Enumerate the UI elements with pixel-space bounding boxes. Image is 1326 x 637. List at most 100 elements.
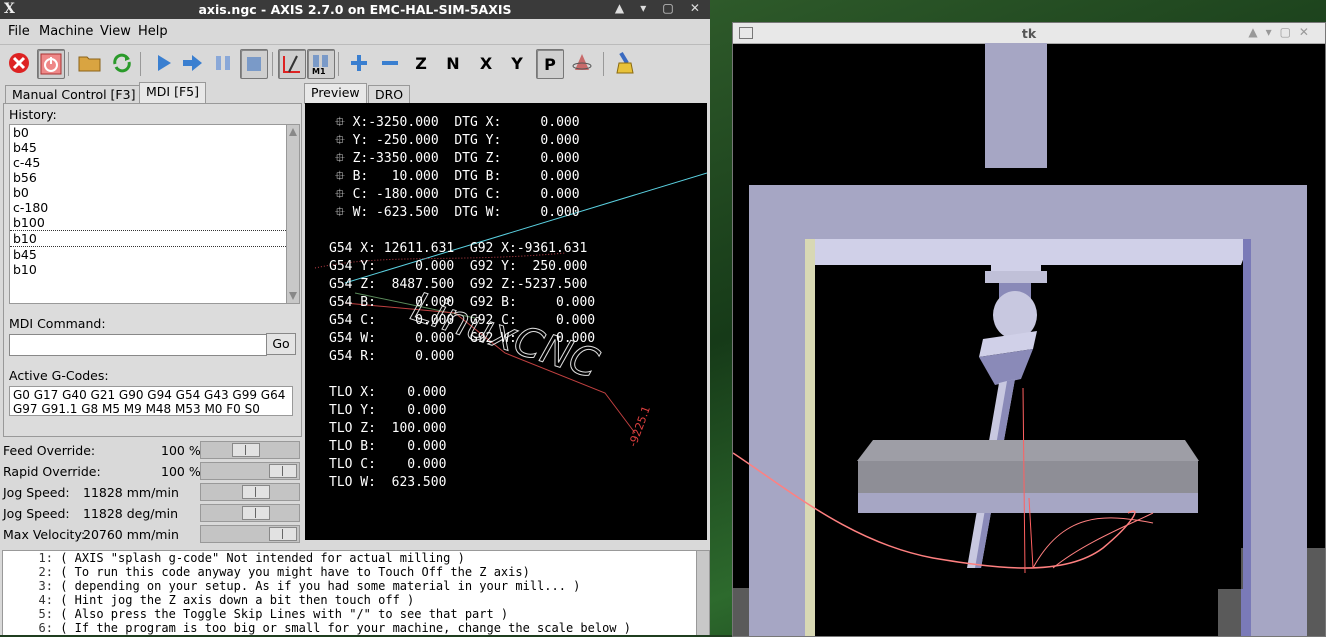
offset-line: G54 Z: 8487.500 G92 Z:-5237.500 — [329, 277, 588, 292]
menu-machine[interactable]: Machine — [39, 24, 93, 39]
view-z-icon[interactable]: Z — [408, 49, 434, 77]
zoom-in-icon[interactable] — [346, 49, 372, 77]
view-x-icon[interactable]: X — [473, 49, 499, 77]
tlo-line: TLO W: 623.500 — [329, 475, 447, 490]
gcode-line[interactable]: 1: ( AXIS "splash g-code" Not intended f… — [3, 551, 709, 565]
tlo-line: TLO B: 0.000 — [329, 439, 447, 454]
menu-help[interactable]: Help — [138, 24, 168, 39]
homed-icon: ⯐ — [335, 169, 353, 184]
preview-canvas[interactable]: LinuxCNC -9225.1 ⯐ X:-3250.000 DTG X: 0.… — [305, 103, 707, 540]
axis-titlebar[interactable]: X axis.ngc - AXIS 2.7.0 on EMC-HAL-SIM-5… — [0, 0, 710, 19]
override-row: Rapid Override: 100 % — [3, 462, 300, 480]
tk-titlebar[interactable]: tk ▲▾▢✕ — [733, 23, 1325, 44]
offset-line: G54 R: 0.000 — [329, 349, 455, 364]
history-item[interactable]: b56 — [10, 170, 286, 185]
override-value: 11828 deg/min — [83, 506, 179, 521]
line-text: ( To run this code anyway you might have… — [60, 565, 530, 579]
machine-3d-view[interactable] — [733, 43, 1325, 636]
slider-handle[interactable] — [269, 527, 297, 541]
power-icon[interactable] — [37, 49, 65, 79]
column-top — [985, 43, 1047, 168]
line-number: 4: — [38, 593, 53, 607]
slider-handle[interactable] — [242, 485, 270, 499]
line-text: ( depending on your setup. As if you had… — [60, 579, 581, 593]
line-number: 2: — [38, 565, 53, 579]
history-item[interactable]: c-45 — [10, 155, 286, 170]
active-gcodes-text: G0 G17 G40 G21 G90 G94 G54 G43 G99 G64 G… — [9, 386, 293, 416]
mdi-command-input[interactable] — [9, 334, 267, 356]
gcode-line[interactable]: 5: ( Also press the Toggle Skip Lines wi… — [3, 607, 709, 621]
tk-window: tk ▲▾▢✕ — [732, 22, 1326, 637]
tab-mdi[interactable]: MDI [F5] — [139, 82, 206, 103]
estop-icon[interactable] — [6, 49, 32, 77]
history-item[interactable]: b0 — [10, 125, 286, 140]
pause-icon[interactable] — [210, 49, 236, 77]
skip-lines-icon[interactable] — [278, 49, 306, 79]
override-slider[interactable] — [200, 483, 300, 501]
slider-handle[interactable] — [232, 443, 260, 457]
line-number: 6: — [38, 621, 53, 635]
history-item[interactable]: b10 — [10, 230, 286, 247]
tlo-line: TLO Y: 0.000 — [329, 403, 447, 418]
window-controls[interactable]: ▲ ▾ ▢ ✕ — [615, 1, 706, 15]
window-title: axis.ngc - AXIS 2.7.0 on EMC-HAL-SIM-5AX… — [198, 2, 512, 17]
menu-view[interactable]: View — [100, 24, 131, 39]
override-slider[interactable] — [200, 504, 300, 522]
homed-icon: ⯐ — [335, 115, 353, 130]
history-item[interactable]: b10 — [10, 262, 286, 277]
view-p-icon[interactable]: P — [536, 49, 564, 79]
optional-stop-icon[interactable]: M1 — [307, 49, 335, 79]
homed-icon: ⯐ — [335, 187, 353, 202]
tab-manual-control[interactable]: Manual Control [F3] — [5, 85, 143, 104]
override-slider[interactable] — [200, 441, 300, 459]
gcode-listing[interactable]: 1: ( AXIS "splash g-code" Not intended f… — [2, 550, 710, 635]
gcode-line[interactable]: 4: ( Hint jog the Z axis down a bit then… — [3, 593, 709, 607]
tlo-line: TLO X: 0.000 — [329, 385, 447, 400]
history-item[interactable]: b100 — [10, 215, 286, 230]
gcode-line[interactable]: 6: ( If the program is too big or small … — [3, 621, 709, 635]
go-button[interactable]: Go — [266, 333, 296, 355]
override-row: Jog Speed: 11828 mm/min — [3, 483, 300, 501]
history-item[interactable]: b45 — [10, 247, 286, 262]
tab-preview[interactable]: Preview — [304, 83, 367, 104]
view-y-icon[interactable]: Y — [504, 49, 530, 77]
view-z2-icon[interactable]: N — [440, 49, 466, 77]
dro-line: ⯐ Y: -250.000 DTG Y: 0.000 — [335, 133, 580, 148]
dro-line: ⯐ C: -180.000 DTG C: 0.000 — [335, 187, 580, 202]
override-slider[interactable] — [200, 525, 300, 543]
line-number: 5: — [38, 607, 53, 621]
dro-line: ⯐ B: 10.000 DTG B: 0.000 — [335, 169, 580, 184]
stop-icon[interactable] — [240, 49, 268, 79]
override-row: Max Velocity: 20760 mm/min — [3, 525, 300, 543]
history-item[interactable]: c-180 — [10, 200, 286, 215]
dro-overlay: ⯐ X:-3250.000 DTG X: 0.000 ⯐ Y: -250.000 … — [305, 103, 707, 540]
override-slider[interactable] — [200, 462, 300, 480]
clear-backplot-icon[interactable] — [611, 49, 637, 77]
zoom-out-icon[interactable] — [377, 49, 403, 77]
open-folder-icon[interactable] — [77, 49, 103, 77]
slider-handle[interactable] — [269, 464, 297, 478]
gcode-line[interactable]: 3: ( depending on your setup. As if you … — [3, 579, 709, 593]
tk-window-controls[interactable]: ▲▾▢✕ — [1248, 25, 1317, 39]
override-row: Jog Speed: 11828 deg/min — [3, 504, 300, 522]
offset-line: G54 B: 0.000 G92 B: 0.000 — [329, 295, 596, 310]
slider-handle[interactable] — [242, 506, 270, 520]
menu-file[interactable]: File — [8, 24, 30, 39]
history-list[interactable]: b0 b45 c-45 b56 b0 c-180 b100 b10 b45 b10 — [9, 124, 287, 304]
reload-icon[interactable] — [109, 49, 135, 77]
tab-dro[interactable]: DRO — [368, 85, 411, 104]
override-value: 100 % — [161, 443, 201, 458]
mdi-panel: History: b0 b45 c-45 b56 b0 c-180 b100 b10 b45 b1… — [3, 103, 302, 437]
history-item[interactable]: b45 — [10, 140, 286, 155]
history-scrollbar[interactable] — [286, 124, 300, 304]
override-row: Feed Override: 100 % — [3, 441, 300, 459]
run-icon[interactable] — [151, 49, 177, 77]
history-item[interactable]: b0 — [10, 185, 286, 200]
gcode-line[interactable]: 2: ( To run this code anyway you might h… — [3, 565, 709, 579]
homed-icon: ⯐ — [335, 133, 353, 148]
gcode-scrollbar[interactable] — [696, 551, 709, 635]
offset-line: G54 Y: 0.000 G92 Y: 250.000 — [329, 259, 588, 274]
step-icon[interactable] — [180, 49, 206, 77]
tk-title: tk — [1021, 26, 1037, 41]
rotate-view-icon[interactable] — [569, 49, 595, 77]
